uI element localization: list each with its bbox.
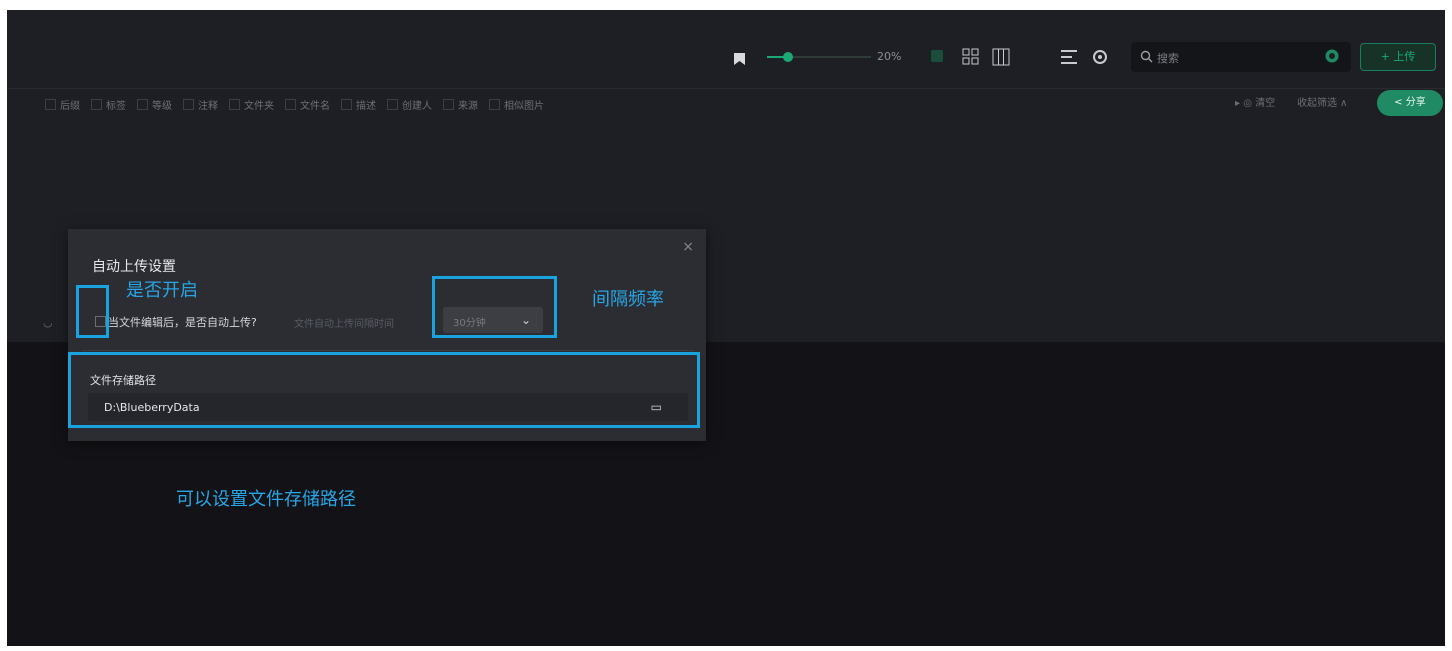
filter-item[interactable]: 注释 xyxy=(183,97,218,112)
collapse-filters-button[interactable]: 收起筛选 ∧ xyxy=(1297,94,1348,109)
filter-checkbox[interactable] xyxy=(229,99,240,110)
filter-checkbox[interactable] xyxy=(443,99,454,110)
grid-icon[interactable] xyxy=(962,48,980,66)
close-icon[interactable]: × xyxy=(682,239,694,255)
filter-label: 后缀 xyxy=(60,101,80,112)
filter-item[interactable]: 相似图片 xyxy=(489,97,544,112)
filter-item[interactable]: 创建人 xyxy=(387,97,432,112)
highlight-interval xyxy=(432,276,557,338)
filter-checkbox[interactable] xyxy=(489,99,500,110)
filter-item[interactable]: 后缀 xyxy=(45,97,80,112)
filter-checkbox[interactable] xyxy=(387,99,398,110)
highlight-enable xyxy=(76,285,109,338)
filter-checkbox[interactable] xyxy=(285,99,296,110)
share-button[interactable]: < 分享 xyxy=(1377,90,1443,116)
search-icon xyxy=(1140,50,1153,63)
annotation-interval: 间隔频率 xyxy=(592,289,664,310)
zoom-value: 20% xyxy=(877,50,902,63)
view-mode-icon[interactable] xyxy=(931,50,943,62)
filter-label: 来源 xyxy=(458,101,478,112)
bookmark-icon[interactable] xyxy=(733,52,746,66)
filter-bar: 后缀 标签 等级 注释 文件夹 文件名 描述 创建人 来源 相似图片 xyxy=(45,94,555,112)
columns-icon[interactable] xyxy=(992,48,1010,66)
filter-label: 等级 xyxy=(152,101,172,112)
filter-item[interactable]: 等级 xyxy=(137,97,172,112)
filter-label: 相似图片 xyxy=(504,101,544,112)
search-input[interactable]: 搜索 xyxy=(1131,42,1351,72)
auto-upload-question: 当文件编辑后，是否自动上传? xyxy=(108,316,257,329)
filter-label: 创建人 xyxy=(402,101,432,112)
filter-checkbox[interactable] xyxy=(341,99,352,110)
zoom-slider[interactable] xyxy=(767,52,871,62)
filter-checkbox[interactable] xyxy=(45,99,56,110)
interval-hint: 文件自动上传间隔时间 xyxy=(294,319,394,330)
top-toolbar: 20% 搜索 + 上传 xyxy=(7,10,1445,89)
filter-checkbox[interactable] xyxy=(183,99,194,110)
annotation-path: 可以设置文件存储路径 xyxy=(176,489,356,510)
panel-toggle-icon[interactable]: ◡ xyxy=(43,316,53,329)
filter-item[interactable]: 描述 xyxy=(341,97,376,112)
divider xyxy=(82,350,694,351)
app-window: 20% 搜索 + 上传 后缀 标签 等级 注释 文件夹 文件名 描述 创建人 来源 相似图片 ▸ … xyxy=(7,10,1445,646)
filter-label: 注释 xyxy=(198,101,218,112)
filter-label: 文件夹 xyxy=(244,101,274,112)
filter-label: 文件名 xyxy=(300,101,330,112)
filter-label: 标签 xyxy=(106,101,126,112)
settings-icon[interactable] xyxy=(1091,48,1109,66)
filter-item[interactable]: 文件夹 xyxy=(229,97,274,112)
upload-button[interactable]: + 上传 xyxy=(1360,43,1436,71)
filter-item[interactable]: 文件名 xyxy=(285,97,330,112)
sync-icon[interactable] xyxy=(1324,48,1340,64)
filter-item[interactable]: 标签 xyxy=(91,97,126,112)
search-placeholder: 搜索 xyxy=(1157,52,1179,65)
filter-checkbox[interactable] xyxy=(137,99,148,110)
filter-item[interactable]: 来源 xyxy=(443,97,478,112)
zoom-slider-thumb[interactable] xyxy=(782,52,793,62)
clear-filters-button[interactable]: ▸ ◎ 清空 xyxy=(1235,94,1275,109)
dialog-title: 自动上传设置 xyxy=(92,259,176,275)
highlight-path xyxy=(68,352,700,428)
annotation-enable: 是否开启 xyxy=(126,280,198,301)
list-icon[interactable] xyxy=(1060,48,1078,66)
filter-checkbox[interactable] xyxy=(91,99,102,110)
filter-label: 描述 xyxy=(356,101,376,112)
